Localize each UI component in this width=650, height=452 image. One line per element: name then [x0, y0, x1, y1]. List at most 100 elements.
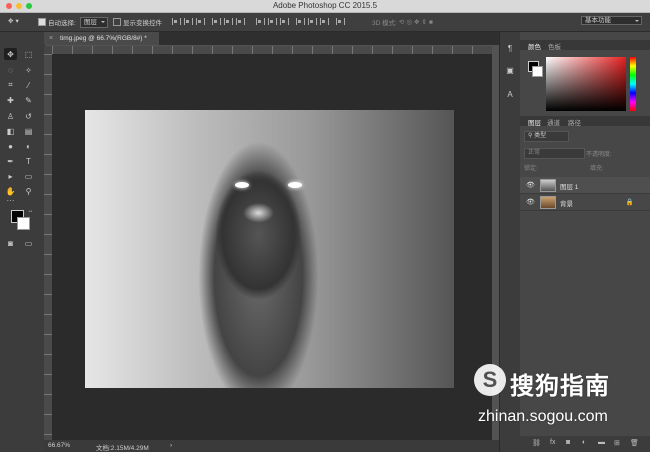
fx-icon[interactable]: fx — [550, 439, 555, 446]
tab-channels[interactable]: 通道 — [547, 117, 560, 127]
layer-name[interactable]: 背景 — [560, 198, 573, 208]
move-tool-preset[interactable]: ✥ ▾ — [8, 17, 19, 25]
auto-select-label: 自动选择: — [48, 20, 76, 27]
rectangle-tool[interactable]: ▭ — [22, 170, 35, 182]
screen-mode-icon[interactable]: ▭ — [22, 237, 35, 249]
zoom-level[interactable]: 66.67% — [48, 442, 70, 449]
image-eye-right — [288, 182, 302, 188]
history-brush-tool[interactable]: ↺ — [22, 110, 35, 122]
checkbox-unchecked[interactable] — [113, 18, 121, 26]
align-bottom-icon[interactable] — [196, 18, 205, 25]
more-tools-icon[interactable]: ··· — [4, 194, 17, 206]
type-tool[interactable]: T — [22, 155, 35, 167]
distribute-vcenter-icon[interactable] — [268, 18, 277, 25]
options-bar: ✥ ▾ 自动选择: 图层 显示变换控件 3D 模式: ⟲ ◎ ✥ ⇕ ■ 基本功能 — [0, 13, 650, 32]
layer-filter-kind[interactable]: ⚲ 类型 — [524, 131, 569, 142]
trash-icon[interactable]: 🗑 — [630, 439, 639, 447]
gradient-tool[interactable]: ▤ — [22, 125, 35, 137]
layer-row[interactable]: 👁 背景 🔒 — [520, 194, 650, 211]
distribute-right-icon[interactable] — [320, 18, 329, 25]
document-tab[interactable]: × timg.jpeg @ 66.7%(RGB/8#) * — [44, 32, 159, 45]
filter-kind-value: 类型 — [534, 133, 547, 139]
distribute-left-icon[interactable] — [296, 18, 305, 25]
healing-brush-tool[interactable]: ✚ — [4, 94, 17, 106]
chevron-down-icon: ▾ — [15, 18, 19, 25]
eraser-tool[interactable]: ◧ — [4, 125, 17, 137]
new-layer-icon[interactable]: ⊞ — [614, 439, 620, 447]
tab-paths[interactable]: 路径 — [568, 117, 581, 127]
auto-select-value[interactable]: 图层 — [80, 17, 108, 28]
lasso-tool[interactable]: ◌ — [4, 64, 17, 76]
tab-swatches[interactable]: 色板 — [548, 41, 561, 51]
layers-bottom-toolbar: ⛓ fx ◙ ◐ ▬ ⊞ 🗑 — [520, 436, 650, 452]
quick-mask-icon[interactable]: ◙ — [4, 237, 17, 249]
zoom-tool[interactable]: ⚲ — [22, 185, 35, 197]
brush-tool[interactable]: ✎ — [22, 94, 35, 106]
layer-name[interactable]: 图层 1 — [560, 181, 578, 191]
folder-icon[interactable]: ▬ — [598, 439, 605, 446]
inverted-portrait-image[interactable] — [85, 110, 454, 388]
align-top-icon[interactable] — [172, 18, 181, 25]
status-menu-arrow[interactable]: › — [170, 442, 172, 449]
dodge-tool[interactable]: ◐ — [22, 140, 35, 152]
blend-mode-dropdown[interactable]: 正常 — [524, 148, 585, 159]
document-tab-title: timg.jpeg @ 66.7%(RGB/8#) * — [60, 35, 147, 42]
ruler-origin[interactable] — [44, 46, 52, 54]
workspace-switcher[interactable]: 基本功能 — [581, 16, 642, 25]
character-icon[interactable]: A — [505, 90, 515, 100]
lock-icon: 🔒 — [625, 199, 634, 206]
clone-stamp-tool[interactable]: ♙ — [4, 110, 17, 122]
distribute-hcenter-icon[interactable] — [308, 18, 317, 25]
watermark-cn: 搜狗指南 — [510, 373, 610, 400]
swap-colors-icon[interactable]: ↔ — [24, 205, 37, 217]
adjustment-icon[interactable]: ◐ — [582, 439, 586, 446]
align-left-icon[interactable] — [212, 18, 221, 25]
crop-tool[interactable]: ⌗ — [4, 79, 17, 91]
mask-icon[interactable]: ◙ — [566, 439, 570, 446]
align-vcenter-icon[interactable] — [184, 18, 193, 25]
app-title: Adobe Photoshop CC 2015.5 — [272, 1, 378, 10]
link-icon[interactable]: ⛓ — [532, 439, 541, 447]
3d-roll-icon[interactable]: ◎ — [406, 18, 412, 26]
3d-scale-icon[interactable]: ■ — [429, 19, 433, 26]
align-right-icon[interactable] — [236, 18, 245, 25]
visibility-eye-icon[interactable]: 👁 — [526, 181, 535, 189]
3d-pan-icon[interactable]: ✥ — [414, 18, 419, 26]
color-spectrum[interactable] — [546, 57, 626, 111]
auto-select-dropdown[interactable]: 图层 — [80, 17, 108, 28]
move-tool[interactable]: ✥ — [4, 48, 17, 60]
distribute-top-icon[interactable] — [256, 18, 265, 25]
auto-align-icon[interactable] — [336, 18, 345, 25]
panel-background-swatch[interactable] — [532, 66, 543, 77]
show-transform-checkbox[interactable]: 显示变换控件 — [113, 17, 162, 27]
path-select-tool[interactable]: ▸ — [4, 170, 17, 182]
layer-row[interactable]: 👁 图层 1 — [520, 177, 650, 194]
tools-panel: ✥ ⬚ ◌ ✧ ⌗ ⁄ ✚ ✎ ♙ ↺ ◧ ▤ ● ◐ ✒ T ▸ ▭ ✋ ⚲ … — [0, 32, 45, 452]
character-styles-icon[interactable]: ▣ — [505, 66, 515, 76]
horizontal-ruler[interactable] — [52, 46, 492, 55]
opacity-label: 不透明度: — [586, 152, 612, 158]
close-tab-icon[interactable]: × — [49, 32, 53, 45]
tab-color[interactable]: 颜色 — [528, 41, 541, 51]
align-hcenter-icon[interactable] — [224, 18, 233, 25]
marquee-tool[interactable]: ⬚ — [22, 48, 35, 60]
tab-layers[interactable]: 图层 — [528, 117, 541, 127]
blur-tool[interactable]: ● — [4, 140, 17, 152]
magic-wand-tool[interactable]: ✧ — [22, 64, 35, 76]
visibility-eye-icon[interactable]: 👁 — [526, 198, 535, 206]
workspace-value[interactable]: 基本功能 — [581, 16, 642, 25]
3d-slide-icon[interactable]: ⇕ — [422, 18, 427, 26]
auto-select-checkbox[interactable]: 自动选择: — [38, 17, 76, 27]
pen-tool[interactable]: ✒ — [4, 155, 17, 167]
eyedropper-tool[interactable]: ⁄ — [22, 79, 35, 91]
hue-slider[interactable] — [630, 57, 636, 111]
checkbox-checked[interactable] — [38, 18, 46, 26]
color-panel-tabs: 颜色 色板 — [520, 40, 650, 51]
fill-label: 填充: — [590, 166, 604, 172]
3d-rotate-icon[interactable]: ⟲ — [399, 18, 404, 26]
distribute-bottom-icon[interactable] — [280, 18, 289, 25]
background-color-swatch[interactable] — [17, 217, 30, 230]
watermark-en: zhinan.sogou.com — [478, 408, 608, 425]
paragraph-icon[interactable]: ¶ — [505, 44, 515, 54]
lock-label: 锁定: — [524, 166, 538, 172]
